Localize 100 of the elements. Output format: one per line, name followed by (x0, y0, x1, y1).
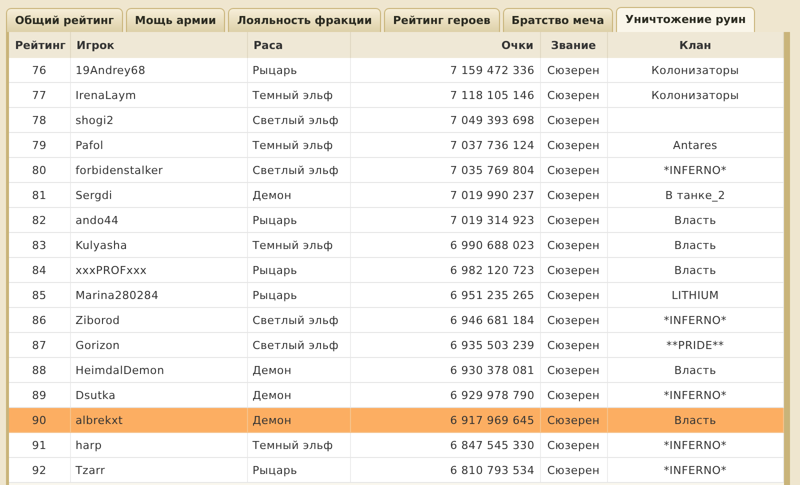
table-cell: Сюзерен (547, 88, 600, 102)
table-cell: 81 (32, 188, 47, 202)
table-cell: 7 159 472 336 (450, 64, 534, 76)
table-row[interactable]: 79 Pafol Темный эльф 7 037 736 124 Сюзерен Antares (9, 132, 784, 158)
table-cell: 6 990 688 023 (450, 238, 534, 252)
table-row[interactable]: 78 shogi2 Светлый эльф 7 049 393 698 Сюзерен (9, 108, 784, 132)
table-cell: 6 946 681 184 (450, 314, 534, 326)
table-row[interactable]: 88 HeimdalDemon Демон 6 930 378 081 Сюзерен Власть (9, 358, 784, 382)
table-cell: Колонизаторы (651, 64, 740, 76)
table-cell: Сюзерен (547, 314, 600, 326)
table-cell: HeimdalDemon (76, 364, 164, 376)
table-cell: Светлый эльф (252, 338, 339, 352)
table-cell: 80 (32, 164, 47, 176)
table-cell: Сюзерен (547, 214, 600, 226)
table-cell: Сюзерен (547, 288, 600, 302)
table-cell: **PRIDE** (666, 338, 724, 352)
table-cell: 7 019 314 923 (450, 214, 534, 226)
table-cell: Сюзерен (547, 114, 600, 126)
table-row[interactable]: 77 IrenaLaym Темный эльф 7 118 105 146 Сюзерен Колонизаторы (9, 82, 784, 108)
table-cell: Tzarr (76, 464, 106, 476)
table-cell: Сюзерен (547, 164, 600, 176)
tab[interactable]: Мощь армии (126, 8, 226, 32)
table-cell: Dsutka (76, 388, 116, 402)
table-row[interactable]: 80 forbidenstalker Светлый эльф 7 035 769 804 Сюзерен *INFERNO* (9, 158, 784, 182)
table-cell: Kulyasha (76, 238, 128, 252)
table-row[interactable]: 85 Marina280284 Рыцарь 6 951 235 265 Сюзерен LITHIUM (9, 282, 784, 308)
table-cell: Сюзерен (547, 364, 600, 376)
table-cell: Власть (674, 414, 716, 426)
table-row[interactable]: 91 harp Темный эльф 6 847 545 330 Сюзерен *INFERNO* (9, 432, 784, 458)
table-cell: Ziborod (76, 314, 120, 326)
table-cell: 91 (32, 438, 47, 452)
table-cell: Темный эльф (252, 88, 334, 102)
table-cell: Светлый эльф (252, 314, 339, 326)
table-cell: 6 917 969 645 (450, 414, 534, 426)
table-cell: Колонизаторы (651, 88, 740, 102)
table-cell: Демон (252, 388, 292, 402)
table-cell: IrenaLaym (76, 88, 136, 102)
table-row[interactable]: 86 Ziborod Светлый эльф 6 946 681 184 Сюзерен *INFERNO* (9, 308, 784, 332)
table-cell: 6 930 378 081 (450, 364, 534, 376)
table-row[interactable]: 82 ando44 Рыцарь 7 019 314 923 Сюзерен Власть (9, 208, 784, 232)
table-cell: Pafol (76, 138, 104, 152)
table-cell: 7 118 105 146 (450, 88, 534, 102)
table-cell: Сюзерен (547, 338, 600, 352)
table-cell: Демон (252, 364, 292, 376)
table-cell: Сюзерен (547, 138, 600, 152)
column-header[interactable]: Очки (350, 32, 540, 58)
table-cell: Gorizon (76, 338, 120, 352)
table-cell: В танке_2 (665, 188, 726, 202)
table-row[interactable]: 89 Dsutka Демон 6 929 978 790 Сюзерен *INFERNO* (9, 382, 784, 408)
table-row[interactable]: 90 albrekxt Демон 6 917 969 645 Сюзерен Власть (9, 408, 784, 432)
table-cell: Сюзерен (547, 388, 600, 402)
tab[interactable]: Лояльность фракции (228, 8, 381, 32)
table-cell: 92 (32, 464, 47, 476)
table-cell: 88 (32, 364, 47, 376)
column-header[interactable]: Звание (540, 32, 607, 58)
table-cell: Темный эльф (252, 238, 334, 252)
table-cell: Светлый эльф (252, 114, 339, 126)
table-cell: Сюзерен (547, 264, 600, 276)
table-cell: Sergdi (76, 188, 112, 202)
table-cell: albrekxt (76, 414, 123, 426)
table-cell: Рыцарь (252, 288, 298, 302)
table-cell: *INFERNO* (664, 164, 727, 176)
table-cell: 85 (32, 288, 47, 302)
table-cell: Рыцарь (252, 464, 298, 476)
column-header[interactable]: Раса (247, 32, 350, 58)
table-cell: Сюзерен (547, 238, 600, 252)
table-cell: ando44 (76, 214, 119, 226)
table-cell: Демон (252, 188, 292, 202)
tab[interactable]: Рейтинг героев (384, 8, 500, 32)
table-cell: Сюзерен (547, 464, 600, 476)
table-row[interactable]: 92 Tzarr Рыцарь 6 810 793 534 Сюзерен *INFERNO* (9, 458, 784, 482)
table-row[interactable]: 81 Sergdi Демон 7 019 990 237 Сюзерен В танке_2 (9, 182, 784, 208)
table-row[interactable]: 87 Gorizon Светлый эльф 6 935 503 239 Сюзерен **PRIDE** (9, 332, 784, 358)
table-cell: 77 (32, 88, 47, 102)
column-header[interactable]: Клан (607, 32, 784, 58)
table-row[interactable]: 76 19Andrey68 Рыцарь 7 159 472 336 Сюзерен Колонизаторы (9, 58, 784, 82)
tab[interactable]: Уничтожение руин (616, 7, 755, 32)
table-cell: *INFERNO* (664, 388, 727, 402)
column-header[interactable]: Игрок (70, 32, 247, 58)
table-cell: Antares (673, 138, 718, 152)
column-header[interactable]: Рейтинг (9, 32, 70, 58)
table-cell: Светлый эльф (252, 164, 339, 176)
table-cell: Рыцарь (252, 214, 298, 226)
table-cell: Темный эльф (252, 138, 334, 152)
table-cell: 6 929 978 790 (450, 388, 534, 402)
table-cell: Власть (674, 238, 716, 252)
table-cell: Темный эльф (252, 438, 334, 452)
table-cell: 6 847 545 330 (450, 438, 534, 452)
table-cell: *INFERNO* (664, 438, 727, 452)
tab[interactable]: Общий рейтинг (6, 8, 123, 32)
table-cell: Сюзерен (547, 438, 600, 452)
table-cell: *INFERNO* (664, 314, 727, 326)
table-row[interactable]: 84 xxxPROFxxx Рыцарь 6 982 120 723 Сюзерен Власть (9, 258, 784, 282)
tab[interactable]: Братство меча (502, 8, 614, 32)
table-cell: 6 935 503 239 (450, 338, 534, 352)
table-row[interactable]: 83 Kulyasha Темный эльф 6 990 688 023 Сюзерен Власть (9, 232, 784, 258)
table-cell: 78 (32, 114, 47, 126)
table-cell: 76 (32, 64, 47, 76)
table-cell: Сюзерен (547, 414, 600, 426)
table-cell: Власть (674, 364, 716, 376)
